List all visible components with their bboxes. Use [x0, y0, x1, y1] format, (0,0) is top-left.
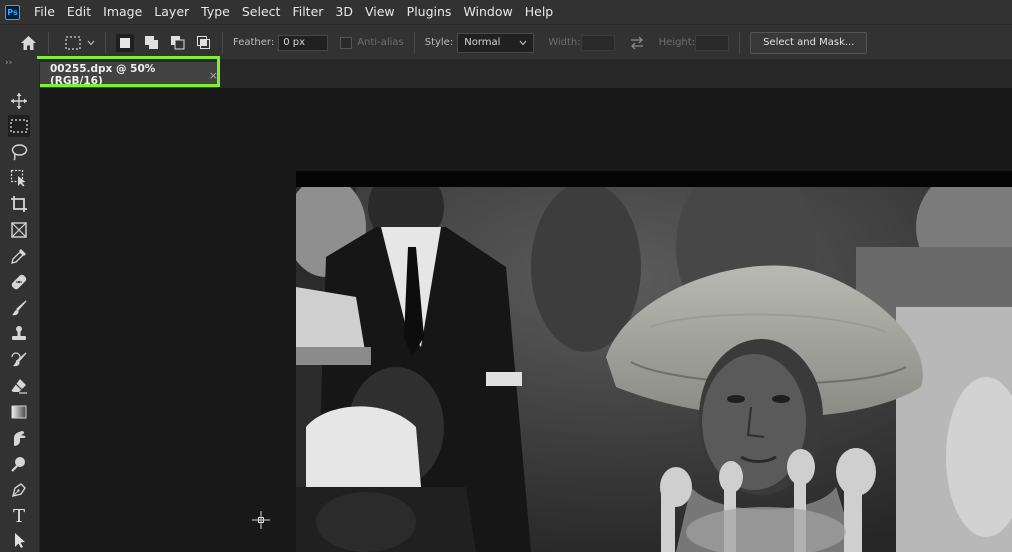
document-canvas[interactable]: [296, 171, 1012, 552]
style-label: Style:: [424, 37, 454, 48]
document-image[interactable]: [296, 187, 1012, 552]
tab-highlight-box: [37, 56, 220, 87]
width-input[interactable]: [580, 34, 615, 51]
new-selection-icon: [120, 37, 130, 48]
add-to-selection-button[interactable]: [142, 34, 160, 52]
options-divider: [739, 31, 741, 54]
eraser-icon: [11, 379, 27, 394]
brush-icon: [12, 300, 27, 316]
options-divider: [48, 31, 49, 54]
clone-stamp-tool[interactable]: [8, 323, 30, 345]
height-label: Height:: [658, 37, 696, 48]
lasso-tool[interactable]: [8, 141, 30, 163]
feather-input[interactable]: 0 px: [278, 34, 329, 51]
menu-edit[interactable]: Edit: [61, 0, 97, 24]
gradient-icon: [11, 405, 27, 419]
menu-window[interactable]: Window: [457, 0, 518, 24]
anti-alias-label: Anti-alias: [357, 37, 404, 48]
tools-panel: ›› T: [0, 58, 40, 552]
rectangular-marquee-icon: [65, 35, 81, 50]
eraser-tool[interactable]: [8, 375, 30, 397]
type-tool[interactable]: T: [8, 505, 30, 527]
rectangular-marquee-tool[interactable]: [8, 115, 30, 137]
subtract-selection-icon: [170, 36, 184, 50]
dodge-tool[interactable]: [8, 453, 30, 475]
pen-tool[interactable]: [8, 479, 30, 501]
tool-preset-picker[interactable]: [65, 35, 95, 50]
menu-help[interactable]: Help: [519, 0, 560, 24]
pen-icon: [12, 483, 26, 497]
chevron-down-icon: [519, 40, 527, 45]
crop-tool[interactable]: [8, 193, 30, 215]
home-icon: [20, 35, 36, 50]
stamp-icon: [12, 326, 26, 340]
path-selection-tool[interactable]: [8, 529, 30, 551]
rectangular-marquee-icon: [10, 119, 28, 133]
style-select-value: Normal: [464, 37, 501, 48]
crop-icon: [11, 196, 27, 212]
add-selection-icon: [144, 36, 158, 49]
home-button[interactable]: [18, 33, 38, 53]
history-brush-icon: [11, 352, 27, 367]
options-divider: [105, 31, 106, 54]
eyedropper-tool[interactable]: [8, 245, 30, 267]
spot-healing-brush-tool[interactable]: [8, 271, 30, 293]
move-icon: [11, 93, 27, 109]
menu-image[interactable]: Image: [97, 0, 148, 24]
smudge-icon: [14, 431, 26, 446]
photoshop-logo-icon[interactable]: Ps: [5, 4, 20, 20]
collapse-toolbar-icon[interactable]: ››: [5, 58, 12, 68]
intersect-selection-icon: [196, 36, 210, 49]
menu-bar: Ps File Edit Image Layer Type Select Fil…: [0, 0, 1012, 24]
menu-plugins[interactable]: Plugins: [401, 0, 458, 24]
menu-select[interactable]: Select: [236, 0, 287, 24]
smudge-tool[interactable]: [8, 427, 30, 449]
brush-tool[interactable]: [8, 297, 30, 319]
path-selection-icon: [15, 533, 25, 548]
options-bar: Feather: 0 px Anti-alias Style: Normal W…: [0, 24, 1012, 60]
frame-icon: [11, 222, 27, 238]
object-selection-icon: [10, 169, 26, 187]
swap-width-height-icon[interactable]: [629, 36, 645, 50]
photo-illustration: [296, 187, 1012, 552]
select-and-mask-button[interactable]: Select and Mask...: [750, 31, 868, 54]
subtract-from-selection-button[interactable]: [168, 34, 186, 52]
frame-tool[interactable]: [8, 219, 30, 241]
options-divider: [413, 31, 415, 54]
feather-label: Feather:: [233, 37, 275, 48]
menu-3d[interactable]: 3D: [329, 0, 359, 24]
bandage-icon: [11, 274, 27, 290]
new-selection-button[interactable]: [116, 33, 134, 52]
menu-type[interactable]: Type: [195, 0, 236, 24]
move-tool[interactable]: [8, 90, 30, 112]
gradient-tool[interactable]: [8, 401, 30, 423]
anti-alias-checkbox[interactable]: [340, 36, 353, 49]
crosshair-cursor-icon: [252, 511, 270, 529]
width-label: Width:: [548, 37, 581, 48]
menu-layer[interactable]: Layer: [148, 0, 195, 24]
eyedropper-icon: [11, 249, 26, 264]
chevron-down-icon: [87, 40, 95, 45]
height-input[interactable]: [695, 34, 730, 51]
style-select[interactable]: Normal: [457, 32, 535, 53]
history-brush-tool[interactable]: [8, 349, 30, 371]
menu-file[interactable]: File: [28, 0, 61, 24]
lasso-icon: [11, 144, 28, 161]
menu-view[interactable]: View: [359, 0, 401, 24]
options-divider: [222, 31, 223, 54]
dodge-icon: [11, 457, 25, 472]
object-selection-tool[interactable]: [8, 167, 30, 189]
intersect-selection-button[interactable]: [194, 34, 212, 52]
type-icon: T: [12, 505, 25, 527]
menu-filter[interactable]: Filter: [286, 0, 329, 24]
